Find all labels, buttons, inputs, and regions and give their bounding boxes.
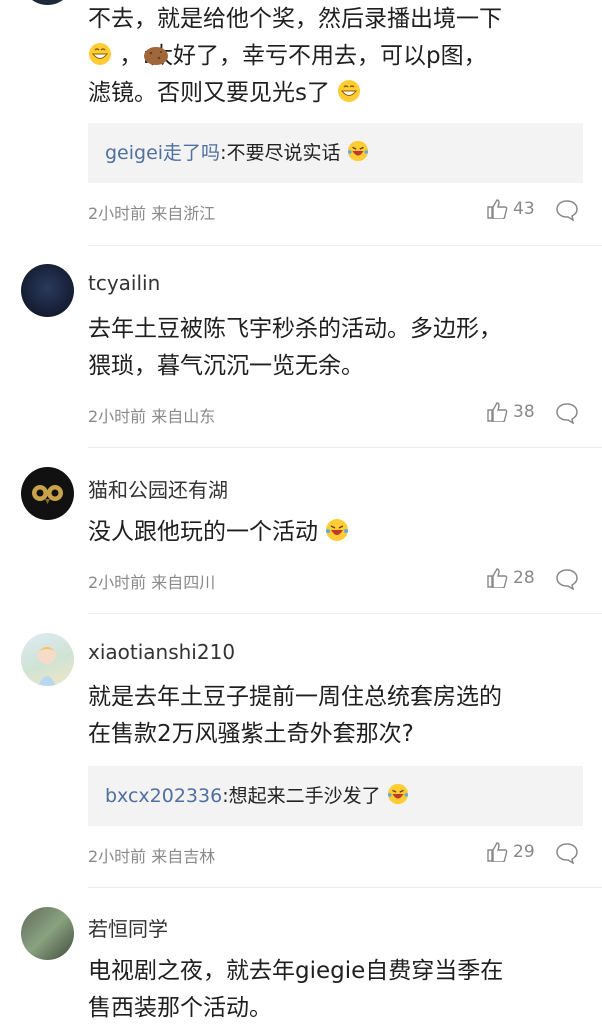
comment-line: 就是去年土豆子提前一周住总统套房选的 — [88, 684, 502, 710]
reply-box[interactable]: bxcx202336:想起来二手沙发了 — [88, 766, 583, 826]
like-count: 38 — [513, 402, 535, 422]
reply-username[interactable]: bxcx202336 — [105, 785, 222, 807]
comment-line: 没人跟他玩的一个活动 — [88, 514, 588, 551]
laugh-cry-emoji — [347, 140, 368, 162]
potato-emoji — [144, 47, 168, 65]
comment-line: 售西装那个活动。 — [88, 995, 272, 1021]
comment-bubble-icon[interactable] — [555, 568, 579, 590]
grin-emoji — [89, 43, 111, 65]
like-button[interactable]: 38 — [486, 402, 535, 422]
divider — [88, 245, 602, 246]
comment-meta: 2小时前 来自吉林 — [88, 847, 216, 866]
like-button[interactable]: 43 — [486, 199, 535, 219]
comment-text: 去年土豆被陈飞宇秒杀的活动。多边形， 猥琐，暮气沉沉一览无余。 — [88, 311, 588, 385]
laugh-cry-emoji — [387, 783, 408, 805]
comment-meta: 2小时前 来自四川 — [88, 573, 216, 592]
comment-bubble-icon[interactable] — [555, 199, 579, 221]
avatar[interactable] — [21, 633, 74, 686]
avatar[interactable] — [21, 264, 74, 317]
like-button[interactable]: 28 — [486, 568, 535, 588]
comment-meta: 2小时前 来自浙江 — [88, 204, 216, 223]
comment-username[interactable]: 若恒同学 — [88, 913, 168, 942]
thumbs-up-icon — [487, 842, 508, 862]
comment-line: 滤镜。否则又要见光s了 — [88, 75, 588, 112]
owl-avatar-image — [32, 485, 63, 504]
comment-line-part: ，:太好了，幸亏不用去，可以p图， — [119, 43, 487, 69]
reply-box[interactable]: geigei走了吗:不要尽说实话 — [88, 123, 583, 183]
cartoon-girl-avatar-image — [36, 646, 58, 686]
comment-text: 没人跟他玩的一个活动 — [88, 514, 588, 551]
thumbs-up-icon — [487, 568, 508, 588]
comment-line: 在售款2万风骚紫土奇外套那次? — [88, 721, 414, 747]
avatar[interactable] — [21, 467, 74, 520]
reply-username[interactable]: geigei走了吗 — [105, 142, 220, 164]
comment-line-part: 没人跟他玩的一个活动 — [88, 519, 318, 545]
divider — [88, 887, 602, 888]
like-count: 43 — [513, 199, 535, 219]
comment-line: 猥琐，暮气沉沉一览无余。 — [88, 353, 364, 379]
comment-line-part: 滤镜。否则又要见光s了 — [88, 80, 330, 106]
grin-emoji — [338, 80, 361, 102]
comment-line: 去年土豆被陈飞宇秒杀的活动。多边形， — [88, 316, 502, 342]
laugh-cry-emoji — [326, 519, 349, 541]
comment-text: 电视剧之夜，就去年giegie自费穿当季在 售西装那个活动。 — [88, 953, 588, 1027]
comment-username[interactable]: xiaotianshi210 — [88, 640, 235, 664]
divider — [88, 447, 602, 448]
divider — [88, 613, 602, 614]
avatar[interactable] — [21, 907, 74, 960]
thumbs-up-icon — [487, 402, 508, 422]
comment-line: 电视剧之夜，就去年giegie自费穿当季在 — [88, 958, 504, 984]
comment-line: 不去，就是给他个奖，然后录播出境一下 — [88, 6, 502, 32]
thumbs-up-icon — [487, 199, 508, 219]
like-count: 29 — [513, 842, 535, 862]
avatar[interactable] — [21, 0, 74, 5]
comment-username[interactable]: tcyailin — [88, 271, 160, 295]
like-count: 28 — [513, 568, 535, 588]
comment-bubble-icon[interactable] — [555, 842, 579, 864]
comment-text: 就是去年土豆子提前一周住总统套房选的 在售款2万风骚紫土奇外套那次? — [88, 679, 588, 753]
reply-text: :想起来二手沙发了 — [222, 785, 381, 807]
comment-meta: 2小时前 来自山东 — [88, 407, 216, 426]
like-button[interactable]: 29 — [486, 842, 535, 862]
comment-username[interactable]: 猫和公园还有湖 — [88, 474, 228, 503]
comment-bubble-icon[interactable] — [555, 402, 579, 424]
reply-text: :不要尽说实话 — [220, 142, 341, 164]
